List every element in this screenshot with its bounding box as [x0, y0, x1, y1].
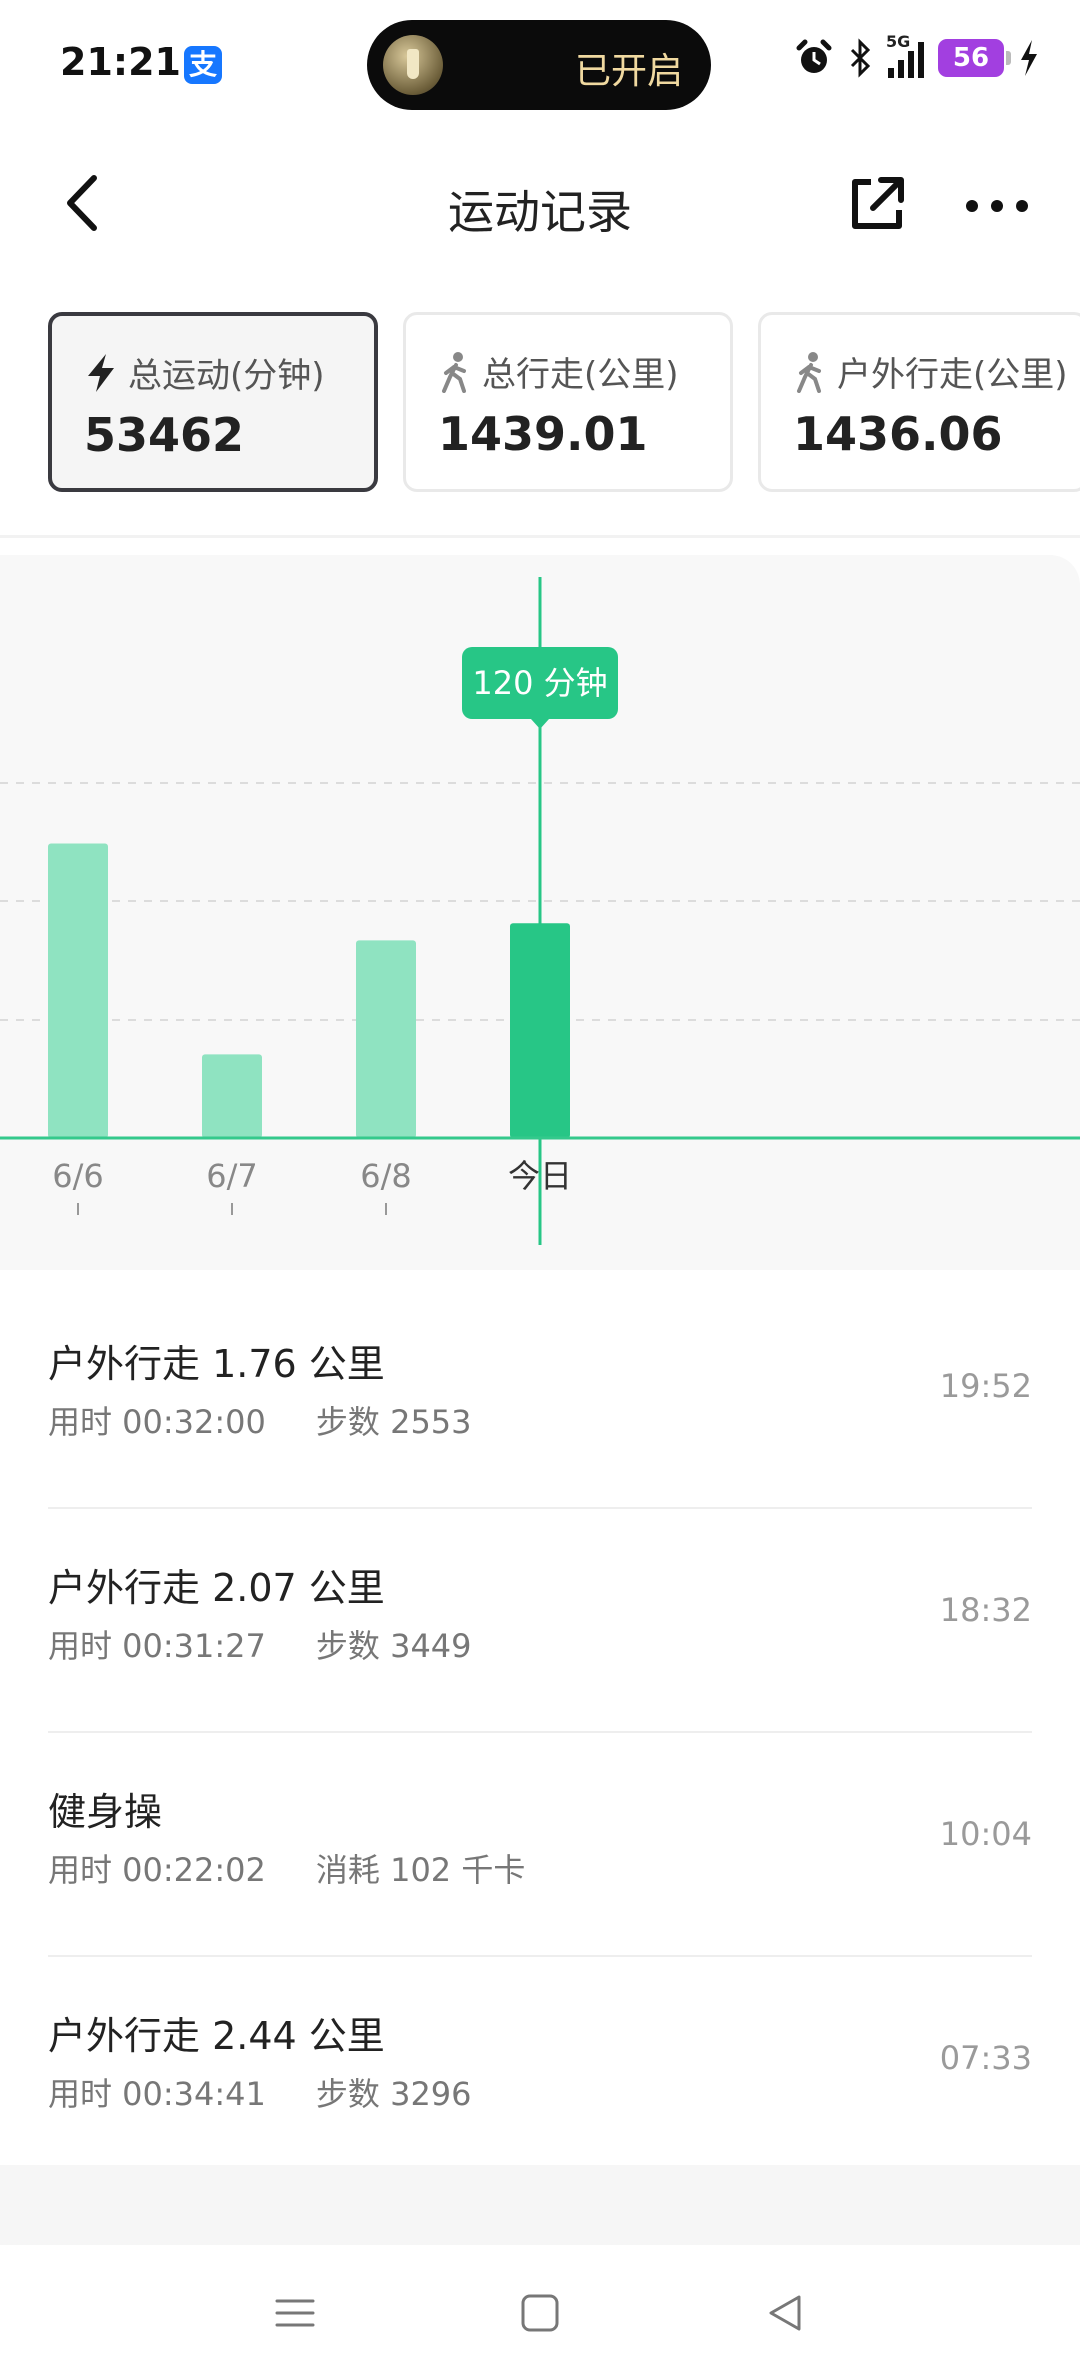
record-metric: 步数 2553 — [315, 1403, 472, 1441]
record-time: 19:52 — [939, 1367, 1032, 1405]
page-title: 运动记录 — [448, 185, 632, 239]
record-item[interactable]: 户外行走 2.07 公里 用时 00:31:27 步数 3449 18:32 — [48, 1509, 1032, 1733]
lightning-icon — [88, 353, 114, 392]
record-title: 健身操 — [48, 1790, 163, 1834]
flashlight-pill[interactable]: 已开启 — [367, 20, 711, 110]
network-label: 5G — [886, 32, 911, 51]
stat-cards: 总运动(分钟) 53462 总行走(公里) 1439.01 户外行走(公里) 1… — [48, 312, 1080, 492]
stat-value: 1439.01 — [438, 407, 648, 461]
flashlight-status: 已开启 — [574, 51, 683, 92]
walking-person-icon — [797, 351, 821, 393]
stat-card-label: 总运动(分钟) — [82, 348, 325, 397]
record-details: 用时 00:34:41 步数 3296 — [48, 2069, 472, 2115]
x-tick-label: 今日 — [508, 1157, 572, 1195]
exercise-records-list: 户外行走 1.76 公里 用时 00:32:00 步数 2553 19:52 户外… — [48, 1285, 1032, 2181]
chart-bar[interactable] — [356, 940, 416, 1138]
exercise-bar-chart[interactable]: 6/6 6/7 6/8 今日 120 分钟 — [0, 555, 1080, 1270]
divider — [0, 535, 1080, 538]
record-metric: 步数 3449 — [315, 1627, 472, 1665]
chart-bar[interactable] — [48, 843, 108, 1139]
battery-icon: 56 — [938, 39, 1011, 77]
stat-label-text: 户外行走(公里) — [837, 355, 1068, 395]
tooltip-text: 120 分钟 — [472, 664, 607, 702]
share-external-icon[interactable] — [845, 172, 909, 236]
record-details: 用时 00:31:27 步数 3449 — [48, 1621, 472, 1667]
record-time: 18:32 — [939, 1591, 1032, 1629]
record-title: 户外行走 2.07 公里 — [48, 1566, 385, 1610]
stat-label-text: 总行走(公里) — [482, 355, 679, 395]
cellular-signal-icon: 5G — [886, 32, 924, 78]
record-metric: 消耗 102 千卡 — [315, 1851, 526, 1889]
stat-value: 1436.06 — [793, 407, 1003, 461]
home-square-icon[interactable] — [510, 2283, 570, 2343]
record-duration: 用时 00:34:41 — [48, 2075, 266, 2113]
stat-card-total-walking[interactable]: 总行走(公里) 1439.01 — [403, 312, 733, 492]
list-footer-space — [0, 2165, 1080, 2245]
bluetooth-icon — [850, 38, 871, 78]
walking-person-icon — [442, 351, 466, 393]
x-tick-label: 6/8 — [360, 1157, 412, 1195]
stat-card-label: 户外行走(公里) — [791, 347, 1068, 396]
stat-value: 53462 — [84, 408, 245, 462]
stat-card-outdoor-walking[interactable]: 户外行走(公里) 1436.06 — [758, 312, 1080, 492]
chart-bar[interactable] — [510, 923, 570, 1138]
stat-card-label: 总行走(公里) — [436, 347, 679, 396]
app-bar: 运动记录 — [0, 150, 1080, 260]
record-time: 07:33 — [939, 2039, 1032, 2077]
stat-card-total-exercise[interactable]: 总运动(分钟) 53462 — [48, 312, 378, 492]
record-item[interactable]: 健身操 用时 00:22:02 消耗 102 千卡 10:04 — [48, 1733, 1032, 1957]
stat-label-text: 总运动(分钟) — [128, 356, 325, 396]
record-item[interactable]: 户外行走 1.76 公里 用时 00:32:00 步数 2553 19:52 — [48, 1285, 1032, 1509]
tooltip-pointer — [531, 719, 549, 729]
alarm-icon — [796, 39, 832, 73]
record-duration: 用时 00:31:27 — [48, 1627, 266, 1665]
status-time: 21:21 — [60, 40, 181, 84]
record-duration: 用时 00:32:00 — [48, 1403, 266, 1441]
record-metric: 步数 3296 — [315, 2075, 472, 2113]
system-icons: 5G 56 — [794, 32, 1040, 78]
back-triangle-icon[interactable] — [755, 2283, 815, 2343]
record-time: 10:04 — [939, 1815, 1032, 1853]
record-title: 户外行走 1.76 公里 — [48, 1342, 385, 1386]
record-details: 用时 00:32:00 步数 2553 — [48, 1397, 472, 1443]
menu-icon[interactable] — [265, 2283, 325, 2343]
status-bar: 21:21 支 已开启 5G 56 — [0, 0, 1080, 130]
chart-bar[interactable] — [202, 1054, 262, 1138]
record-details: 用时 00:22:02 消耗 102 千卡 — [48, 1845, 525, 1891]
record-item[interactable]: 户外行走 2.44 公里 用时 00:34:41 步数 3296 07:33 — [48, 1957, 1032, 2181]
flashlight-icon — [383, 35, 443, 95]
system-nav-bar — [0, 2245, 1080, 2376]
x-tick-label: 6/6 — [52, 1157, 104, 1195]
record-duration: 用时 00:22:02 — [48, 1851, 266, 1889]
charging-bolt-icon — [1021, 40, 1037, 76]
record-title: 户外行走 2.44 公里 — [48, 2014, 385, 2058]
more-dots-icon[interactable] — [962, 172, 1032, 236]
alipay-icon: 支 — [184, 46, 222, 84]
x-tick-label: 6/7 — [206, 1157, 258, 1195]
